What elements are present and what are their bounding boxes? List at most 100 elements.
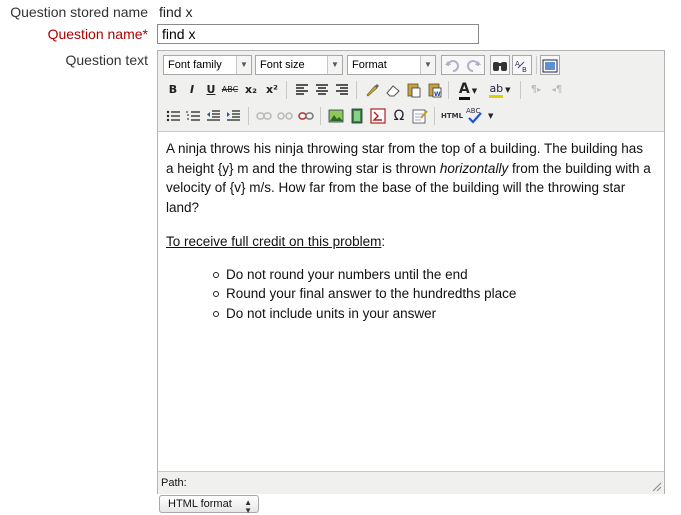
format-block-select[interactable]: Format ▼: [347, 55, 436, 75]
edit-note-icon: [412, 109, 428, 124]
chevron-down-icon: ▼: [505, 86, 511, 94]
toolbar-separator: [448, 81, 449, 99]
list-item: Do not round your numbers until the end: [213, 265, 654, 285]
superscript-button[interactable]: x²: [262, 80, 282, 100]
chevron-down-icon: ▼: [471, 87, 478, 95]
toolbar-separator: [434, 107, 435, 125]
align-center-button[interactable]: [312, 80, 332, 100]
strikethrough-button[interactable]: ABC: [220, 80, 240, 100]
equation-icon: [370, 108, 386, 124]
insert-image-button[interactable]: [326, 106, 346, 126]
editor-path-bar: Path:: [158, 471, 664, 494]
align-left-button[interactable]: [292, 80, 312, 100]
rtl-button[interactable]: ◂¶: [547, 80, 567, 100]
toolbar-row-2: B I U ABC x₂ x² W A ▼ ab ▼ ¶▸ ◂¶: [158, 79, 664, 105]
chevron-down-icon: ▼: [420, 56, 435, 74]
font-family-select-label: Font family: [168, 59, 222, 71]
unlink-button[interactable]: [275, 106, 295, 126]
eraser-icon: [386, 85, 400, 97]
bold-button[interactable]: B: [163, 80, 183, 100]
ordered-list-button[interactable]: [183, 106, 203, 126]
list-item: Do not include units in your answer: [213, 304, 654, 324]
html-source-button[interactable]: HTML: [440, 106, 464, 126]
font-size-select[interactable]: Font size ▼: [255, 55, 343, 75]
font-family-select[interactable]: Font family ▼: [163, 55, 252, 75]
text-format-select-label: HTML format: [168, 498, 232, 510]
toolbar-separator: [286, 81, 287, 99]
path-label: Path:: [161, 477, 187, 489]
editor-content-area[interactable]: A ninja throws his ninja throwing star f…: [166, 139, 654, 323]
question-paragraph: A ninja throws his ninja throwing star f…: [166, 139, 654, 217]
special-char-button[interactable]: Ω: [389, 106, 409, 126]
italic-button[interactable]: I: [182, 80, 202, 100]
align-right-icon: [336, 84, 348, 95]
toolbar-row-1: Font family ▼ Font size ▼ Format ▼ AB: [158, 53, 664, 79]
updown-arrows-icon: ▲ ▼: [244, 498, 252, 515]
highlight-color-button[interactable]: ab ▼: [484, 79, 516, 99]
eraser-button[interactable]: [383, 80, 403, 100]
spellcheck-button[interactable]: ABC ▼: [464, 106, 498, 126]
replace-button[interactable]: AB: [512, 55, 532, 75]
required-marker: *: [142, 26, 148, 42]
editor-toolbar: Font family ▼ Font size ▼ Format ▼ AB B …: [158, 51, 664, 132]
insert-equation-button[interactable]: [368, 106, 388, 126]
svg-text:B: B: [522, 66, 527, 74]
highlight-color-label: ab: [489, 82, 504, 98]
insert-table-button[interactable]: [410, 106, 430, 126]
undo-button[interactable]: [441, 55, 485, 75]
clean-format-button[interactable]: [362, 80, 382, 100]
outdent-button[interactable]: [203, 106, 223, 126]
question-name-input[interactable]: [157, 24, 479, 44]
paragraph-italic-word: horizontally: [439, 160, 509, 176]
chevron-down-icon: ▼: [236, 56, 251, 74]
underline-button[interactable]: U: [201, 80, 221, 100]
question-text-editor: Font family ▼ Font size ▼ Format ▼ AB B …: [157, 50, 665, 494]
brush-icon: [366, 84, 379, 97]
anchor-button[interactable]: [296, 106, 316, 126]
question-name-label: Question name*: [48, 26, 148, 42]
link-icon: [256, 112, 272, 120]
toolbar-row-3: Ω HTML ABC ▼: [158, 105, 664, 131]
format-block-select-label: Format: [352, 59, 387, 71]
list-item: Round your final answer to the hundredth…: [213, 284, 654, 304]
ltr-arrow-icon: ▸: [537, 85, 542, 94]
question-name-label-text: Question name: [47, 26, 143, 42]
unordered-list-button[interactable]: [163, 106, 183, 126]
credit-heading-colon: :: [381, 234, 386, 249]
credit-heading-line: To receive full credit on this problem:: [166, 232, 654, 252]
instructions-list: Do not round your numbers until the end …: [166, 265, 654, 324]
find-icon: [493, 62, 507, 71]
align-center-icon: [316, 84, 328, 95]
replace-icon: AB: [515, 60, 527, 74]
paste-text-button[interactable]: [404, 80, 424, 100]
media-icon: [351, 108, 363, 124]
align-left-icon: [296, 84, 308, 95]
ltr-button[interactable]: ¶▸: [526, 80, 546, 100]
toolbar-separator: [356, 81, 357, 99]
find-button[interactable]: [490, 55, 510, 75]
resize-grip-icon[interactable]: [652, 482, 662, 492]
svg-text:W: W: [434, 91, 441, 98]
subscript-button[interactable]: x₂: [241, 80, 261, 100]
chevron-down-icon: ▼: [327, 56, 342, 74]
numbered-list-icon: [186, 111, 200, 121]
toolbar-separator: [520, 81, 521, 99]
link-button[interactable]: [254, 106, 274, 126]
toolbar-separator: [536, 56, 537, 74]
question-stored-name-label: Question stored name: [10, 4, 148, 20]
checkmark-icon: [468, 112, 482, 124]
insert-media-button[interactable]: [347, 106, 367, 126]
text-format-select[interactable]: HTML format ▲ ▼: [159, 495, 259, 515]
outdent-icon: [207, 110, 220, 121]
fullscreen-button[interactable]: [540, 55, 560, 75]
fullscreen-icon: [542, 59, 558, 73]
indent-icon: [227, 110, 240, 121]
paste-word-icon: W: [428, 83, 442, 98]
text-color-button[interactable]: A ▼: [454, 79, 482, 100]
indent-button[interactable]: [223, 106, 243, 126]
font-size-select-label: Font size: [260, 59, 305, 71]
align-right-button[interactable]: [332, 80, 352, 100]
anchor-link-icon: [298, 112, 314, 120]
paste-word-button[interactable]: W: [425, 80, 445, 100]
undo-icon: [445, 60, 481, 72]
